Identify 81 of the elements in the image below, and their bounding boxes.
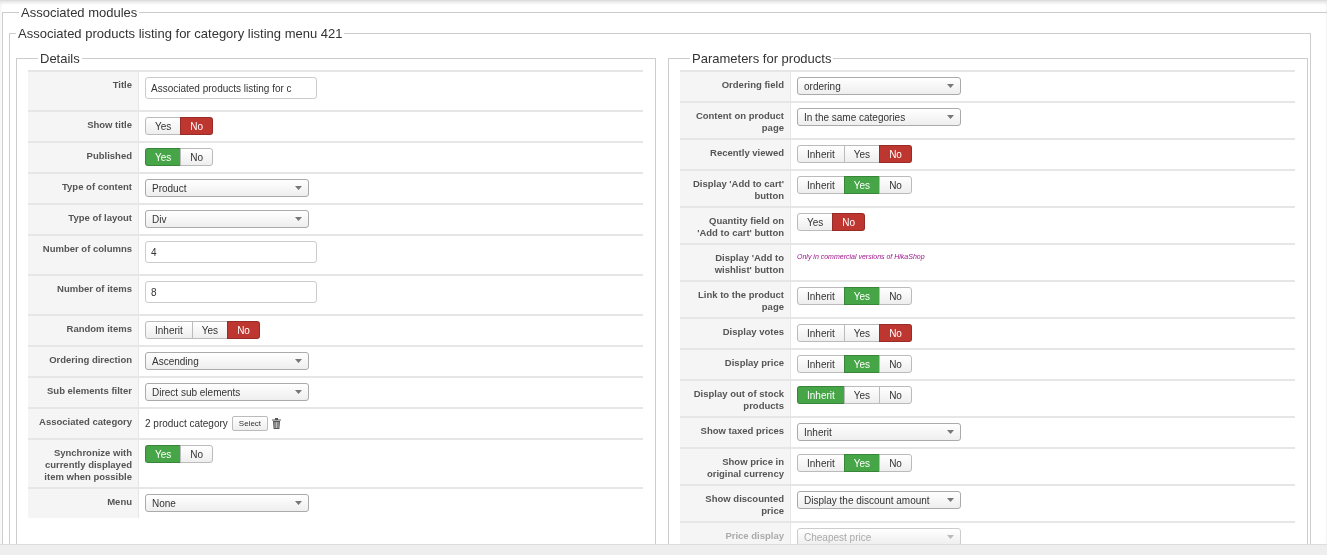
caret-icon	[295, 217, 302, 221]
toggle-option[interactable]: No	[832, 213, 866, 231]
toggle-option[interactable]: No	[879, 386, 912, 404]
dropdown[interactable]: Direct sub elements	[145, 383, 309, 401]
field-label: Number of columns	[42, 243, 132, 254]
select-button[interactable]: Select	[231, 416, 269, 431]
field-label: Show title	[87, 119, 132, 130]
toggle-option[interactable]: No	[879, 176, 912, 194]
field-label: Price display	[725, 530, 784, 541]
toggle-option[interactable]: No	[879, 324, 912, 342]
field-label: Random items	[66, 323, 132, 334]
toggle-option[interactable]: Yes	[191, 321, 229, 339]
text-field[interactable]: 8	[145, 281, 317, 303]
toggle-option[interactable]: Yes	[843, 386, 881, 404]
toggle-option[interactable]: No	[879, 145, 912, 163]
field-label: Display 'Add to cart' button	[692, 178, 784, 201]
field-label: Display out of stock products	[693, 388, 784, 411]
toggle-option[interactable]: No	[879, 454, 912, 472]
toggle-option[interactable]: Inherit	[797, 324, 845, 342]
section-legend: Associated products listing for category listing menu 421	[16, 26, 345, 41]
field-label: Published	[86, 150, 132, 161]
toggle-option[interactable]: Inherit	[797, 454, 845, 472]
dropdown[interactable]: None	[145, 494, 309, 512]
field-label: Show price in original currency	[706, 456, 784, 479]
dropdown[interactable]: Display the discount amount	[797, 491, 961, 509]
dropdown[interactable]: In the same categories	[797, 108, 961, 126]
toggle-option[interactable]: Yes	[145, 117, 182, 135]
dropdown[interactable]: ordering	[797, 77, 961, 95]
field-label: Recently viewed	[710, 147, 784, 158]
caret-icon	[947, 430, 954, 434]
field-label: Type of layout	[68, 212, 132, 223]
caret-icon	[295, 186, 302, 190]
caret-icon	[947, 498, 954, 502]
field-label: Sub elements filter	[47, 385, 132, 396]
toggle-option[interactable]: No	[227, 321, 260, 339]
toggle-option[interactable]: No	[180, 117, 214, 135]
toggle-option[interactable]: Yes	[797, 213, 834, 231]
field-label: Show discounted price	[705, 493, 784, 516]
field-label: Associated category	[39, 416, 132, 427]
caret-icon	[947, 535, 954, 539]
toggle-option[interactable]: Inherit	[797, 287, 845, 305]
dropdown[interactable]: Inherit	[797, 423, 961, 441]
toggle-option[interactable]: Inherit	[797, 176, 845, 194]
field-label: Menu	[107, 496, 132, 507]
dropdown[interactable]: Div	[145, 210, 309, 228]
field-label: Number of items	[57, 283, 132, 294]
toggle-option[interactable]: No	[879, 355, 912, 373]
toggle-option[interactable]: Inherit	[797, 355, 845, 373]
text-field[interactable]: Associated products listing for c	[145, 77, 317, 99]
field-label: Quantity field on 'Add to cart' button	[697, 215, 784, 238]
text-field[interactable]: 4	[145, 241, 317, 263]
caret-icon	[295, 501, 302, 505]
toggle-option[interactable]: Inherit	[797, 145, 845, 163]
section-legend: Associated modules	[19, 5, 140, 20]
caret-icon	[295, 390, 302, 394]
trash-icon[interactable]	[272, 418, 282, 429]
field-label: Content on product page	[695, 110, 784, 133]
toggle-option[interactable]: No	[879, 287, 912, 305]
toggle-option[interactable]: Inherit	[145, 321, 193, 339]
field-label: Show taxed prices	[700, 425, 784, 436]
panel-legend: Details	[38, 51, 82, 66]
field-label: Title	[112, 79, 132, 90]
field-label: Display price	[724, 357, 784, 368]
field-label: Link to the product page	[697, 289, 784, 312]
field-label: Ordering direction	[49, 354, 132, 365]
toggle-option[interactable]: Yes	[843, 145, 881, 163]
field-label: Ordering field	[721, 79, 784, 90]
field-label: Display 'Add to wishlist' button	[714, 252, 784, 275]
field-label: Display votes	[722, 326, 784, 337]
dropdown[interactable]: Product	[145, 179, 309, 197]
caret-icon	[947, 115, 954, 119]
toggle-option[interactable]: No	[180, 445, 214, 463]
toggle-option[interactable]: No	[180, 148, 214, 166]
caret-icon	[295, 359, 302, 363]
category-text: 2 product category	[145, 418, 228, 429]
field-label: Synchronize with currently displayed item when possible	[44, 447, 132, 482]
field-label: Type of content	[61, 181, 132, 192]
caret-icon	[947, 84, 954, 88]
dropdown[interactable]: Ascending	[145, 352, 309, 370]
toggle-option[interactable]: Yes	[843, 324, 881, 342]
panel-legend: Parameters for products	[690, 51, 834, 66]
